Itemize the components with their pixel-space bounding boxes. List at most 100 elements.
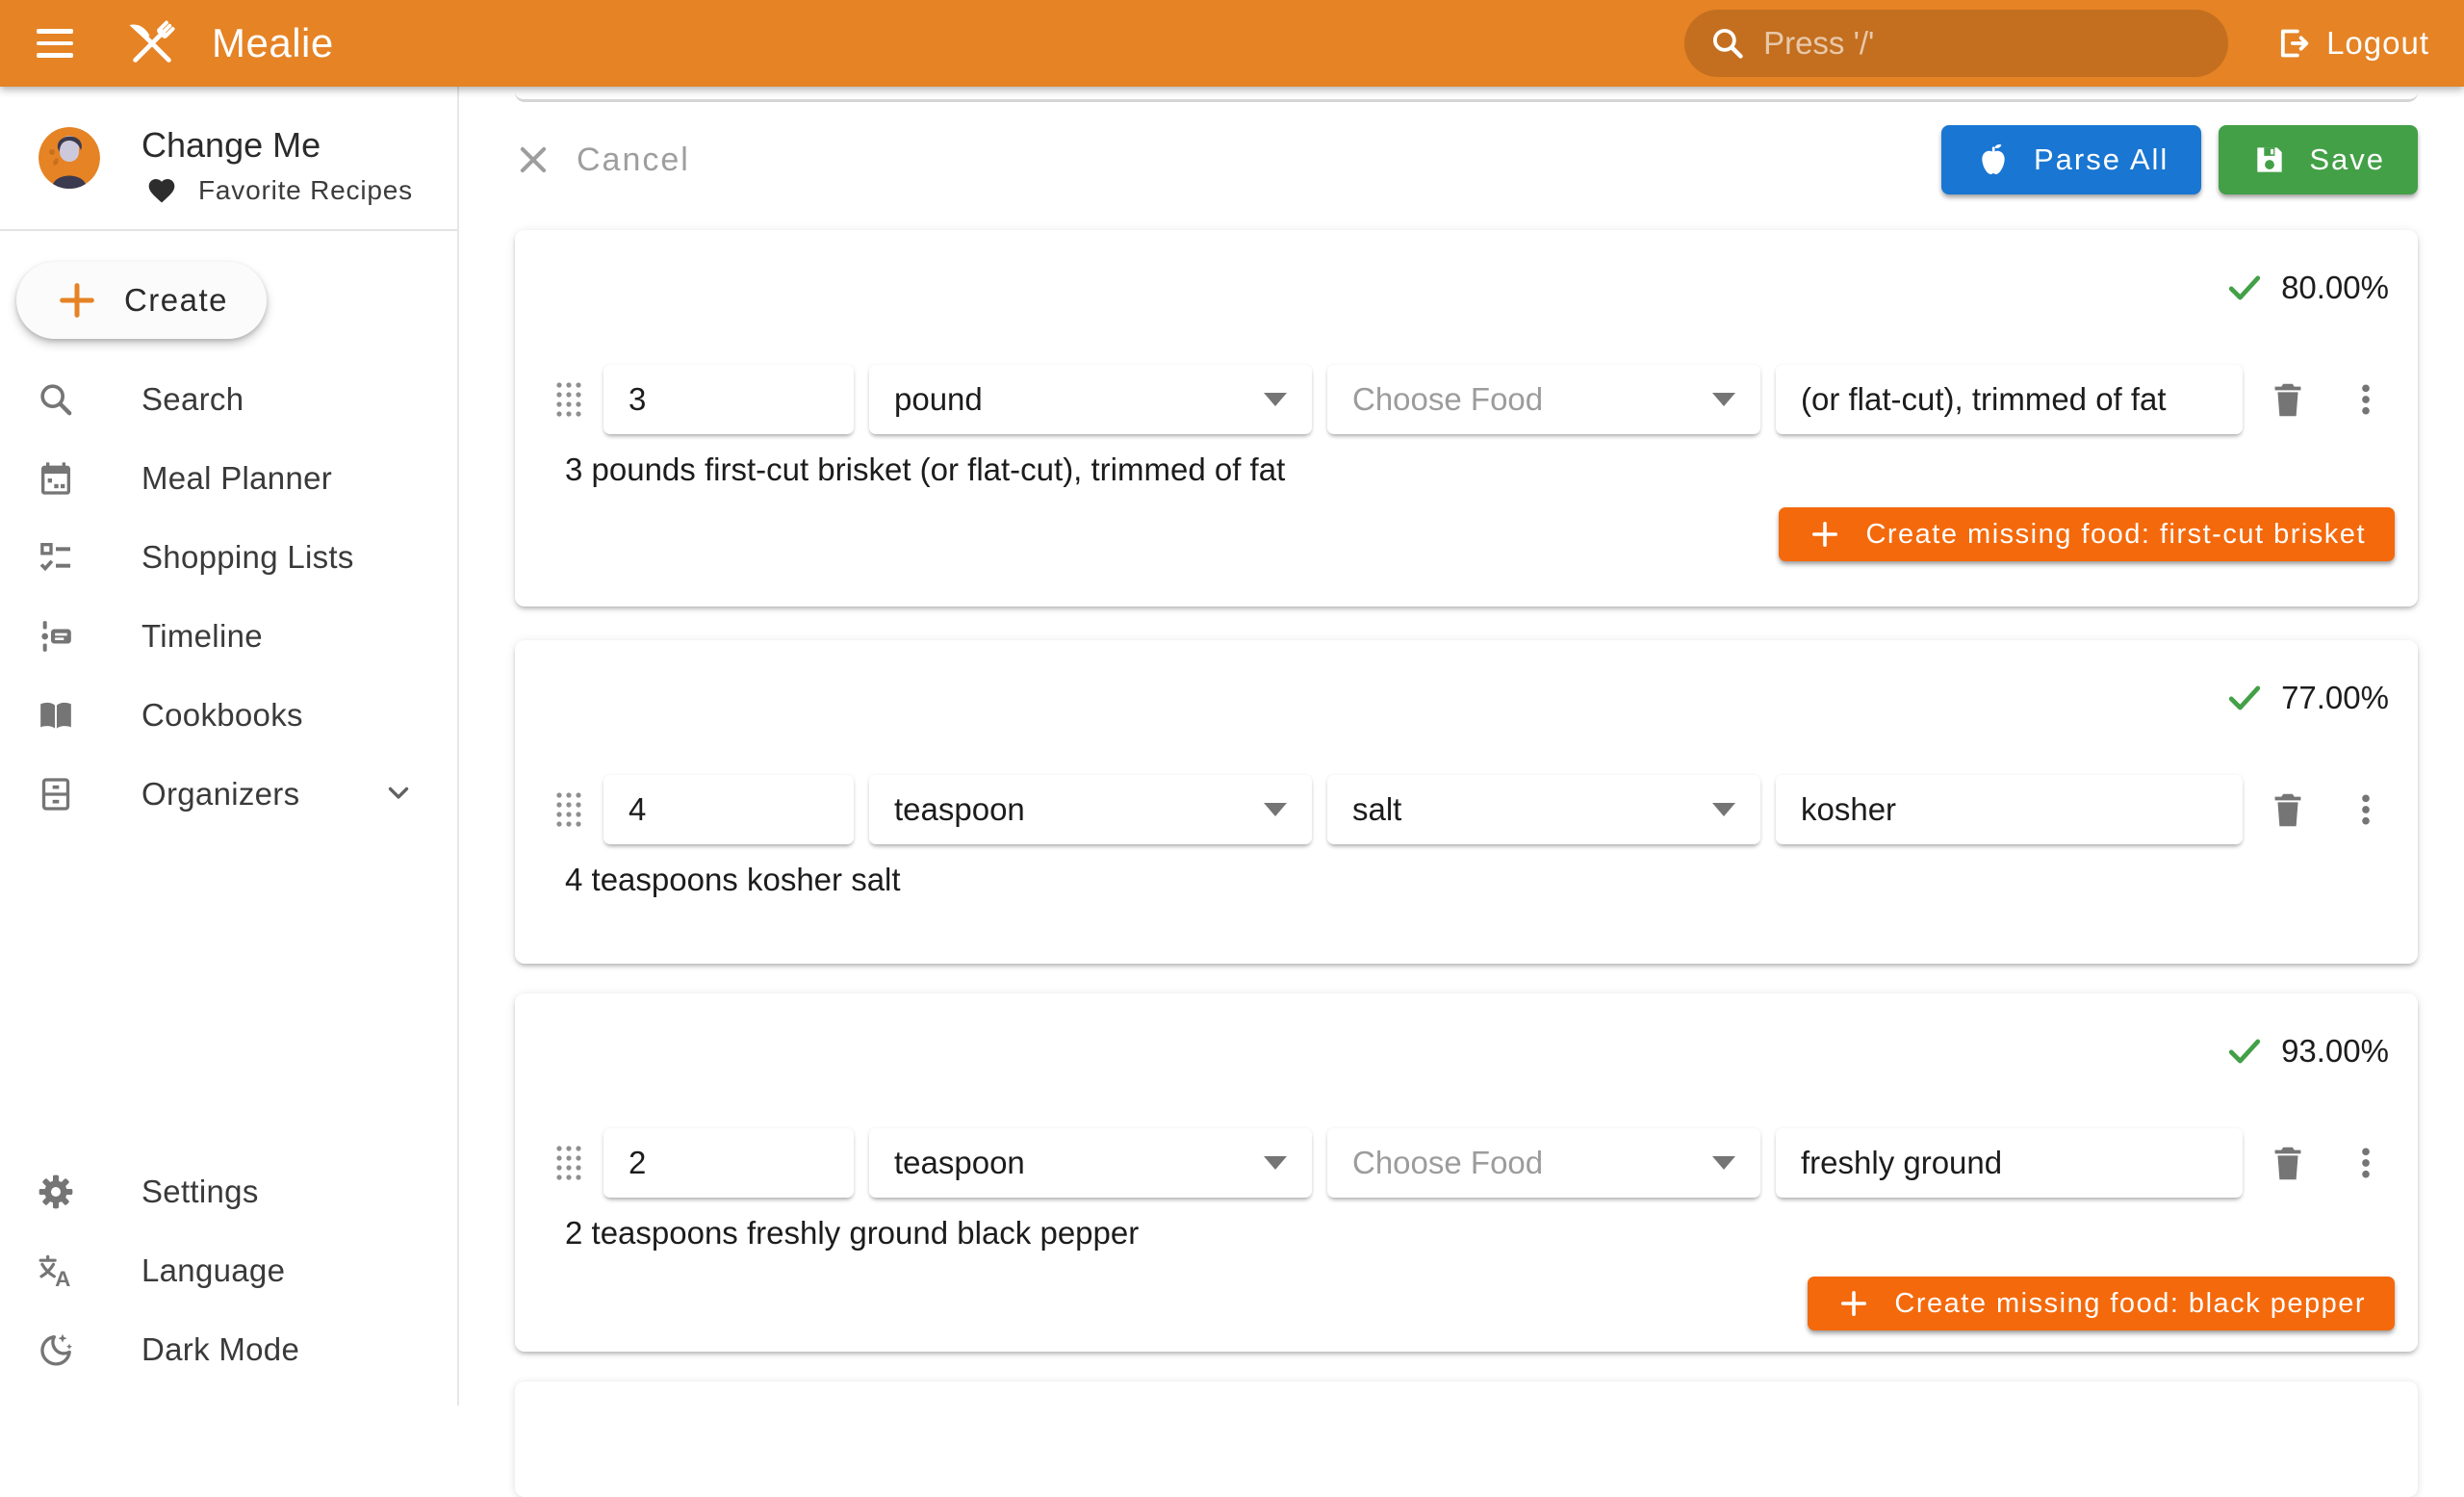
logout-button[interactable]: Logout [2272,24,2429,63]
note-input[interactable] [1801,791,2218,828]
app-title: Mealie [212,20,334,66]
sidebar-item-shopping-lists[interactable]: Shopping Lists [0,518,457,597]
delete-button[interactable] [2266,787,2310,832]
note-field[interactable] [1776,775,2243,844]
main-content: Cancel Parse All Save [459,87,2464,1406]
drag-handle-icon[interactable] [550,1143,588,1183]
create-missing-food-button[interactable]: Create missing food: black pepper [1808,1277,2395,1330]
quantity-field[interactable] [603,1128,854,1198]
food-select[interactable]: Choose Food [1327,365,1760,434]
sidebar-item-settings[interactable]: Settings [0,1152,457,1231]
original-ingredient-text: 4 teaspoons kosher salt [565,862,901,898]
chevron-down-icon[interactable] [382,776,415,813]
app-logo-fork-knife-icon [117,9,187,78]
check-icon [2223,267,2266,309]
more-options-button[interactable] [2347,1144,2385,1182]
sidebar-item-cookbooks[interactable]: Cookbooks [0,676,457,755]
sidebar-item-label: Meal Planner [141,460,332,497]
save-icon [2251,142,2288,178]
create-label: Create [124,282,228,319]
sidebar-item-label: Cookbooks [141,697,303,734]
unit-value: teaspoon [894,791,1025,828]
search-input[interactable] [1763,25,2203,62]
sidebar-item-label: Shopping Lists [141,539,354,576]
original-ingredient-text: 3 pounds first-cut brisket (or flat-cut)… [565,452,1285,488]
app-header: Mealie Logout [0,0,2464,87]
checklist-icon [36,537,76,578]
quantity-input[interactable] [629,791,829,828]
note-field[interactable] [1776,365,2243,434]
unit-select[interactable]: pound [869,365,1312,434]
sidebar-item-search[interactable]: Search [0,360,457,439]
quantity-field[interactable] [603,775,854,844]
cabinet-icon [36,774,76,814]
cancel-label: Cancel [577,142,690,179]
save-button[interactable]: Save [2219,125,2418,194]
kebab-icon [2347,380,2385,419]
sidebar-item-timeline[interactable]: Timeline [0,597,457,676]
create-button[interactable]: Create [16,262,267,339]
more-options-button[interactable] [2347,790,2385,829]
ingredient-fields-row: teaspoon Choose Food [550,1128,2395,1198]
svg-text:A: A [55,1267,70,1290]
note-input[interactable] [1801,381,2218,418]
sidebar: Change Me Favorite Recipes Create Search [0,87,459,1406]
quantity-field[interactable] [603,365,854,434]
dropdown-arrow-icon [1712,803,1735,816]
parser-toolbar: Cancel Parse All Save [515,125,2418,194]
sidebar-item-label: Search [141,381,244,418]
hamburger-menu-icon[interactable] [37,16,90,70]
food-placeholder: Choose Food [1352,381,1543,418]
book-icon [36,695,76,736]
search-bar[interactable] [1684,10,2228,77]
food-select[interactable]: salt [1327,775,1760,844]
cancel-button[interactable]: Cancel [515,142,690,179]
drag-handle-icon[interactable] [550,379,588,420]
confidence-indicator: 80.00% [2223,267,2389,309]
sidebar-item-dark-mode[interactable]: Dark Mode [0,1310,457,1389]
gear-icon [36,1172,76,1212]
ingredient-card-partial [515,1381,2418,1497]
note-input[interactable] [1801,1145,2218,1181]
delete-button[interactable] [2266,377,2310,422]
dropdown-arrow-icon [1264,803,1287,816]
calendar-icon [36,458,76,499]
create-missing-food-button[interactable]: Create missing food: first-cut brisket [1779,507,2395,561]
kebab-icon [2347,1144,2385,1182]
parse-all-button[interactable]: Parse All [1941,125,2201,194]
ingredient-card: 77.00% teaspoon salt [515,640,2418,964]
food-value: salt [1352,791,1401,828]
note-field[interactable] [1776,1128,2243,1198]
create-missing-food-label: Create missing food: black pepper [1894,1288,2366,1320]
sidebar-item-label: Language [141,1252,285,1289]
plus-icon [1808,517,1842,552]
sidebar-item-organizers[interactable]: Organizers [0,755,457,834]
quantity-input[interactable] [629,381,829,418]
food-select[interactable]: Choose Food [1327,1128,1760,1198]
favorite-recipes-link[interactable]: Favorite Recipes [146,175,413,206]
dropdown-arrow-icon [1712,1156,1735,1170]
drag-handle-icon[interactable] [550,789,588,830]
sidebar-item-meal-planner[interactable]: Meal Planner [0,439,457,518]
sidebar-item-label: Timeline [141,618,263,655]
sidebar-menu: Search Meal Planner [0,360,457,834]
sidebar-item-label: Settings [141,1174,259,1210]
scrolled-card-edge [515,87,2418,102]
create-missing-food-label: Create missing food: first-cut brisket [1865,519,2366,551]
search-icon [36,379,76,420]
avatar[interactable] [38,127,100,189]
unit-select[interactable]: teaspoon [869,1128,1312,1198]
dropdown-arrow-icon [1264,393,1287,406]
dropdown-arrow-icon [1264,1156,1287,1170]
ingredient-card: 93.00% teaspoon Choose Food [515,994,2418,1352]
sidebar-footer-menu: Settings A Language Dark Mode [0,1152,457,1389]
ingredient-fields-row: pound Choose Food [550,365,2395,434]
delete-button[interactable] [2266,1141,2310,1185]
logout-label: Logout [2326,25,2429,62]
unit-select[interactable]: teaspoon [869,775,1312,844]
quantity-input[interactable] [629,1145,829,1181]
more-options-button[interactable] [2347,380,2385,419]
check-icon [2223,677,2266,719]
confidence-value: 93.00% [2281,1033,2389,1070]
sidebar-item-language[interactable]: A Language [0,1231,457,1310]
